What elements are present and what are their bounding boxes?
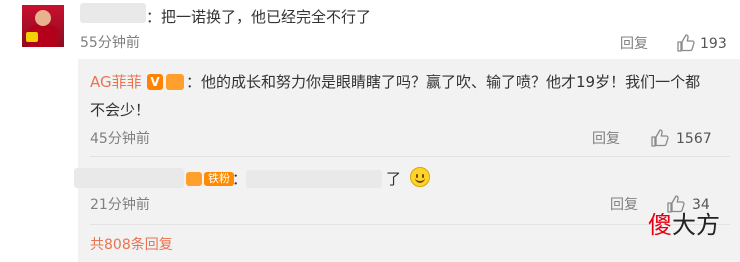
like-icon[interactable] (650, 128, 670, 148)
reply-text-line1: ：他的成长和努力你是眼睛瞎了吗？赢了吹、输了喷？他才19岁！我们一个都 (186, 73, 701, 91)
divider (90, 156, 730, 157)
watermark: 傻大方 (648, 210, 720, 240)
reply-text: ： (232, 170, 248, 188)
smile-emoji-icon (410, 167, 430, 187)
watermark-char: 傻 (648, 211, 672, 239)
fan-level-icon (186, 172, 202, 186)
watermark-text: 大方 (672, 211, 720, 239)
redacted-reply-text (246, 170, 382, 188)
reply-button[interactable]: 回复 (620, 34, 648, 54)
reply-username[interactable]: AG菲菲 (90, 72, 142, 93)
redacted-username (74, 168, 184, 188)
fan-badge: 铁粉 (204, 172, 234, 186)
comment-text: ：把一诺换了，他已经完全不行了 (146, 8, 372, 26)
more-replies-link[interactable]: 共808条回复 (90, 235, 173, 255)
reply-time: 45分钟前 (90, 131, 150, 147)
fan-level-icon (166, 74, 184, 90)
verified-badge-icon: V (147, 74, 163, 90)
reply-button[interactable]: 回复 (610, 195, 638, 215)
like-icon[interactable] (676, 33, 696, 53)
avatar[interactable] (22, 5, 64, 47)
reply-button[interactable]: 回复 (592, 129, 620, 149)
comment-time: 55分钟前 (80, 35, 140, 51)
reply-time: 21分钟前 (90, 197, 150, 213)
divider (90, 224, 730, 225)
reply-text-end: 了 (386, 170, 402, 188)
like-count: 193 (700, 36, 727, 52)
reply-text-line2: 不会少！ (90, 101, 151, 119)
like-count: 1567 (676, 131, 712, 147)
redacted-username (80, 3, 146, 23)
